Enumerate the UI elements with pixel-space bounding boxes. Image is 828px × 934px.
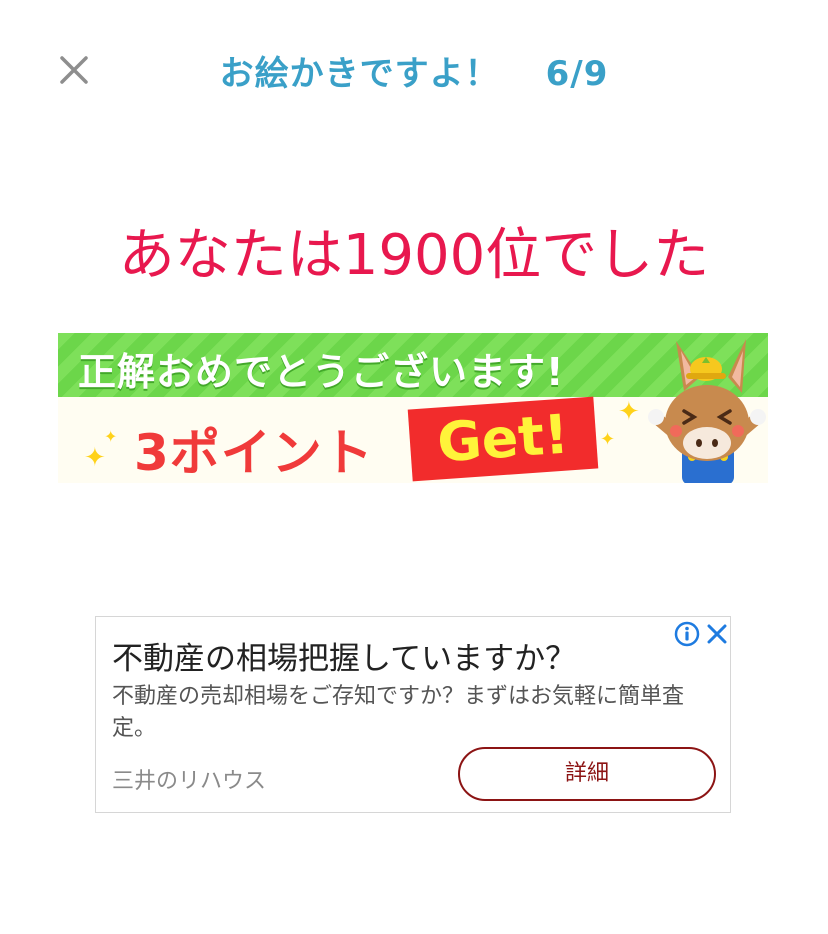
donkey-mascot-icon [648,339,766,483]
get-badge: Get! [407,396,599,482]
ad-advertiser: 三井のリハウス [112,769,267,794]
info-icon [674,621,700,647]
points-banner: 正解おめでとうございます! ✦ ✦ ✦ ✦ 3ポイント Get! [58,333,768,483]
ad-card[interactable]: 不動産の相場把握していますか？ 不動産の売却相場をご存知ですか？まずはお気軽に簡… [95,616,731,813]
get-text: Get! [435,402,571,475]
sparkle-icon: ✦ [618,397,640,427]
rank-result-text: あなたは1900位でした [118,223,710,288]
close-icon [707,624,727,644]
sparkle-icon: ✦ [84,443,106,473]
congrats-text: 正解おめでとうございます! [78,350,565,394]
sparkle-icon: ✦ [600,429,616,450]
ad-body-text: 不動産の売却相場をご存知ですか？まずはお気軽に簡単査定。 [112,684,685,741]
sparkle-icon: ✦ [104,427,118,446]
quiz-title: お絵かきですよ！ [219,54,500,94]
page-title: お絵かきですよ！ 6/9 [0,46,828,96]
ad-info-button[interactable] [674,621,700,647]
ad-details-button[interactable]: 詳細 [458,747,716,801]
question-progress: 6/9 [545,54,609,94]
ad-close-button[interactable] [704,621,730,647]
points-earned-text: 3ポイント [134,424,374,482]
ad-headline: 不動産の相場把握していますか？ [112,641,577,677]
